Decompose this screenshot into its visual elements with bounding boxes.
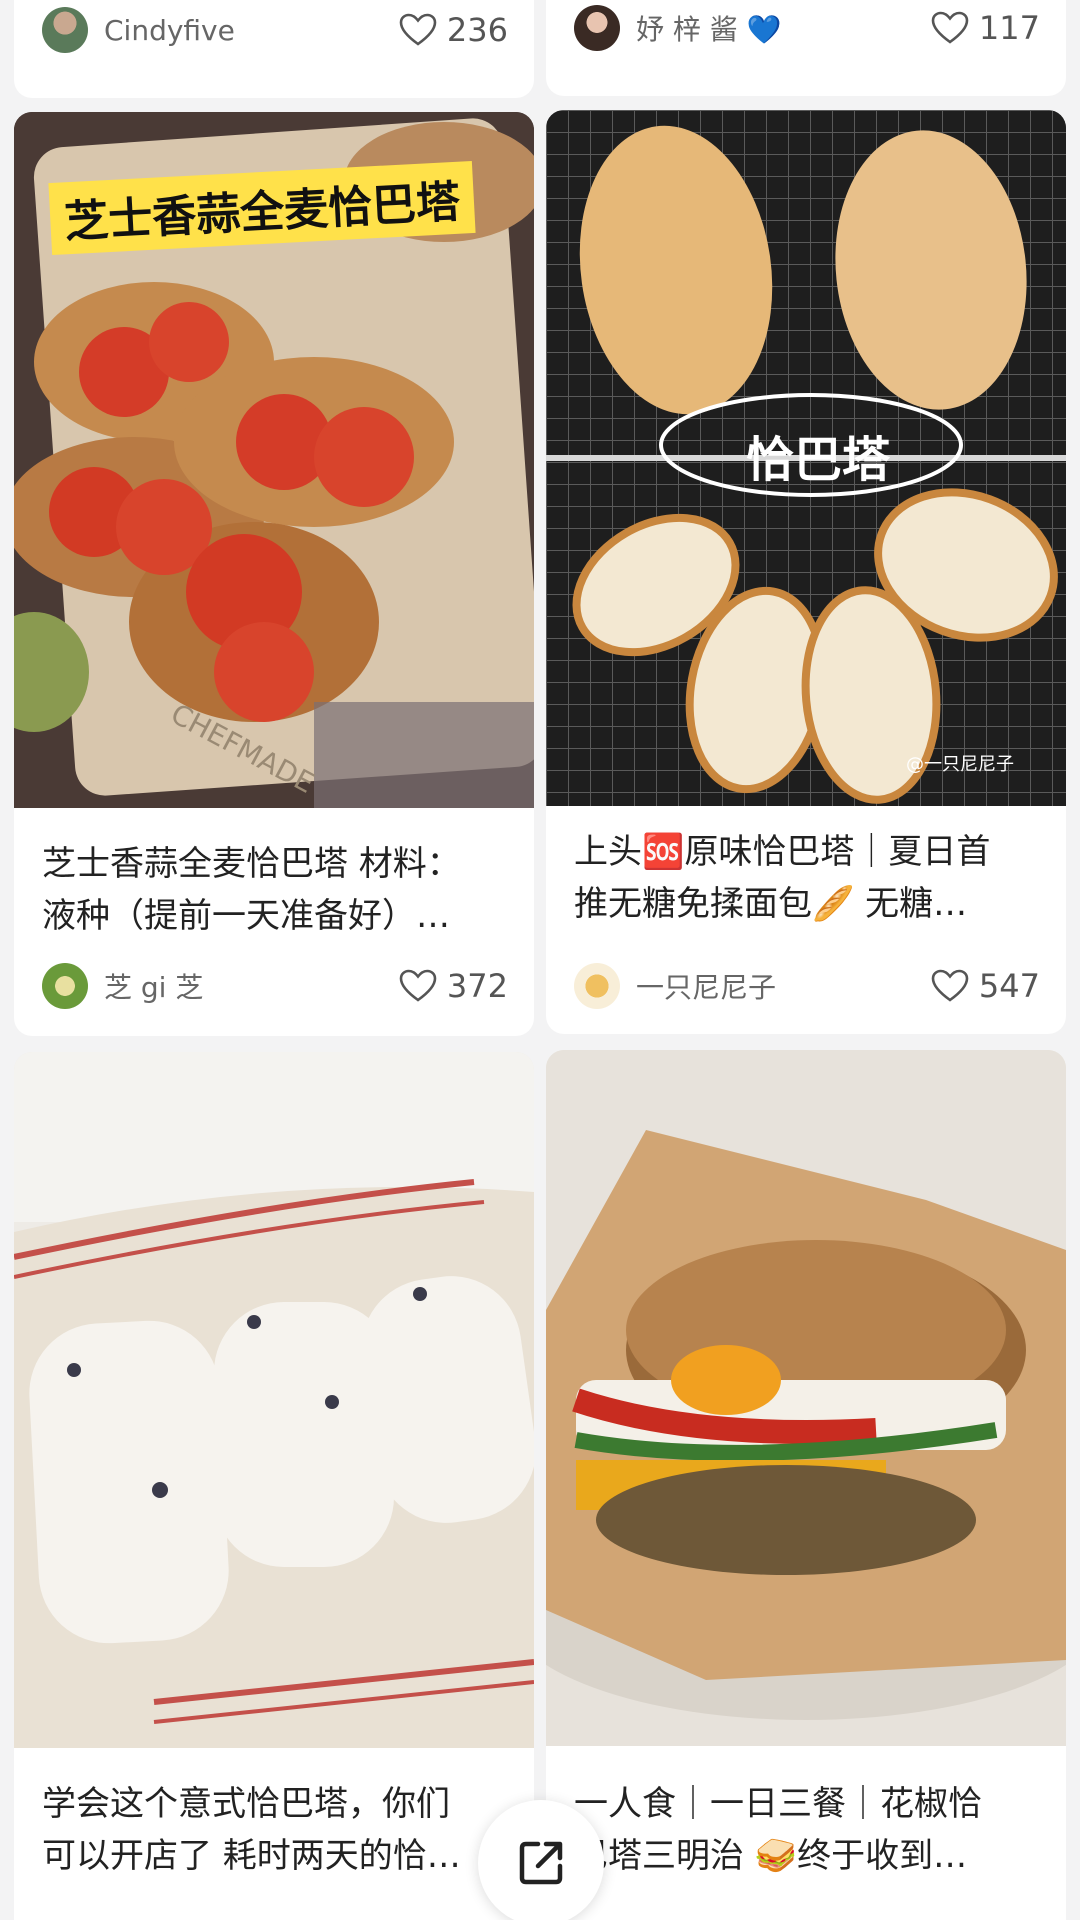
author-name[interactable]: 妤 梓 酱 💙 bbox=[636, 8, 931, 48]
avatar[interactable] bbox=[574, 5, 620, 51]
post-title[interactable]: 上头🆘原味恰巴塔｜夏日首 推无糖免揉面包🥖 无糖… bbox=[574, 826, 1038, 930]
post-title[interactable]: 学会这个意式恰巴塔，你们 可以开店了 耗时两天的恰… bbox=[42, 1778, 506, 1882]
like-button[interactable]: 547 bbox=[931, 967, 1040, 1005]
card-meta: 一只尼尼子 547 bbox=[574, 960, 1040, 1012]
image-caption: 恰巴塔 bbox=[746, 432, 891, 488]
ciabatta-bread-photo[interactable]: 恰巴塔 @一只尼尼子 bbox=[546, 110, 1066, 806]
heart-icon bbox=[399, 969, 437, 1002]
post-title[interactable]: 芝士香蒜全麦恰巴塔 材料： 液种（提前一天准备好）… bbox=[42, 838, 506, 942]
heart-icon bbox=[931, 11, 969, 44]
post-title-line: 芝士香蒜全麦恰巴塔 材料： bbox=[42, 844, 461, 884]
like-count: 236 bbox=[446, 11, 508, 49]
note-feed: Cindyfive 236 妤 梓 酱 💙 117 芝士香蒜全麦恰巴塔 CHEF… bbox=[0, 0, 1080, 1920]
note-card-top-left[interactable]: Cindyfive 236 bbox=[14, 0, 534, 98]
like-count: 372 bbox=[446, 967, 508, 1005]
post-title-line: 推无糖免揉面包🥖 无糖… bbox=[574, 884, 968, 924]
like-button[interactable]: 372 bbox=[399, 967, 508, 1005]
share-external-icon bbox=[519, 1841, 563, 1885]
heart-icon bbox=[931, 969, 969, 1002]
like-button[interactable]: 236 bbox=[399, 11, 508, 49]
note-card-3[interactable]: 学会这个意式恰巴塔，你们 可以开店了 耗时两天的恰… bbox=[14, 1052, 534, 1920]
photo-illustration bbox=[546, 1050, 1066, 1746]
like-count: 117 bbox=[978, 9, 1040, 47]
pizza-bread-photo[interactable]: 芝士香蒜全麦恰巴塔 CHEFMADE bbox=[14, 112, 534, 808]
dough-on-towel-photo[interactable] bbox=[14, 1052, 534, 1748]
image-watermark: @一只尼尼子 bbox=[906, 754, 1014, 775]
avatar[interactable] bbox=[574, 963, 620, 1009]
avatar[interactable] bbox=[42, 963, 88, 1009]
author-name[interactable]: Cindyfive bbox=[104, 14, 399, 47]
note-card-4[interactable]: 一人食｜一日三餐｜花椒恰 巴塔三明治 🥪终于收到… bbox=[546, 1050, 1066, 1920]
post-title[interactable]: 一人食｜一日三餐｜花椒恰 巴塔三明治 🥪终于收到… bbox=[574, 1778, 1038, 1882]
post-title-line: 巴塔三明治 🥪终于收到… bbox=[574, 1836, 968, 1876]
card-meta: 芝 gi 芝 372 bbox=[42, 960, 508, 1012]
sandwich-photo[interactable] bbox=[546, 1050, 1066, 1746]
post-title-line: 液种（提前一天准备好）… bbox=[42, 896, 450, 936]
post-title-line: 上头🆘原味恰巴塔｜夏日首 bbox=[574, 832, 991, 872]
note-card-2[interactable]: 恰巴塔 @一只尼尼子 上头🆘原味恰巴塔｜夏日首 推无糖免揉面包🥖 无糖… 一只尼… bbox=[546, 110, 1066, 1034]
author-name[interactable]: 芝 gi 芝 bbox=[104, 966, 399, 1006]
photo-illustration bbox=[14, 1052, 534, 1748]
author-name[interactable]: 一只尼尼子 bbox=[636, 966, 931, 1006]
card-meta: 妤 梓 酱 💙 117 bbox=[574, 2, 1040, 54]
like-count: 547 bbox=[978, 967, 1040, 1005]
share-button[interactable] bbox=[478, 1800, 604, 1920]
note-card-1[interactable]: 芝士香蒜全麦恰巴塔 CHEFMADE 芝士香蒜全麦恰巴塔 材料： 液种（提前一天… bbox=[14, 112, 534, 1036]
post-title-line: 一人食｜一日三餐｜花椒恰 bbox=[574, 1784, 982, 1824]
like-button[interactable]: 117 bbox=[931, 9, 1040, 47]
post-title-line: 学会这个意式恰巴塔，你们 bbox=[42, 1784, 450, 1824]
post-title-line: 可以开店了 耗时两天的恰… bbox=[42, 1836, 461, 1876]
note-card-top-right[interactable]: 妤 梓 酱 💙 117 bbox=[546, 0, 1066, 96]
heart-icon bbox=[399, 13, 437, 46]
avatar[interactable] bbox=[42, 7, 88, 53]
card-meta: Cindyfive 236 bbox=[42, 4, 508, 56]
